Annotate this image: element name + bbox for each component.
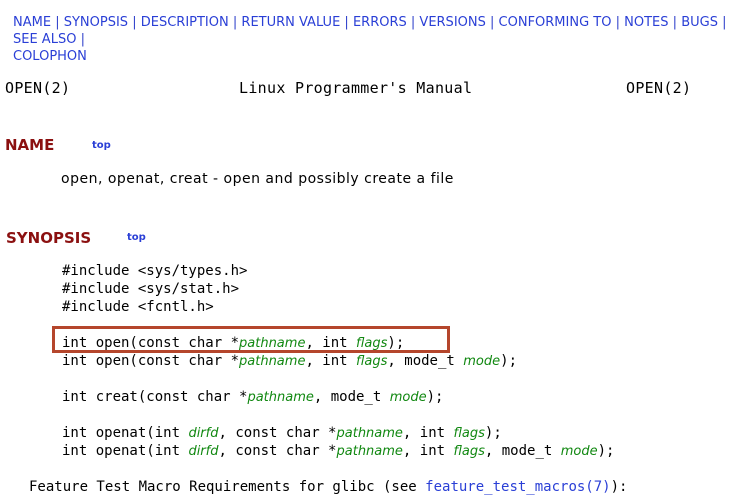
header-right: OPEN(2) [626,79,692,97]
nav-link-notes[interactable]: NOTES [624,15,668,30]
nav-separator: | [410,15,416,30]
argument-name: mode [389,390,427,405]
prototype-text: , mode_t [484,443,561,459]
prototype-text: , mode_t [313,389,390,405]
nav-link-versions[interactable]: VERSIONS [419,15,485,30]
section-nav: NAME | SYNOPSIS | DESCRIPTION | RETURN V… [13,14,743,65]
nav-separator: | [80,32,85,47]
prototype-text: int creat(const char * [62,389,248,405]
prototype-text: , int [305,353,357,369]
argument-name: pathname [336,444,403,459]
nav-link-errors[interactable]: ERRORS [353,15,407,30]
prototype-text: ); [500,353,517,369]
nav-link-description[interactable]: DESCRIPTION [141,15,229,30]
nav-link-synopsis[interactable]: SYNOPSIS [64,15,128,30]
ftm-prefix: Feature Test Macro Requirements for glib… [29,479,426,495]
prototype-text: int openat(int [62,443,189,459]
argument-name: pathname [239,354,306,369]
name-section-title: NAME [5,136,55,154]
prototype-line: int openat(int dirfd, const char *pathna… [62,424,502,443]
argument-name: pathname [247,390,314,405]
nav-separator: | [490,15,495,30]
include-line: #include <fcntl.h> [62,299,214,315]
prototype-text: , int [402,443,454,459]
ftm-suffix: ): [610,479,628,495]
prototype-text: , int [402,425,454,441]
nav-separator: | [672,15,678,30]
prototype-line: int creat(const char *pathname, mode_t m… [62,388,443,407]
prototype-text: , const char * [218,443,337,459]
prototype-text: ); [426,389,444,405]
prototype-text: ); [597,443,615,459]
feature-test-macros-link[interactable]: feature_test_macros(7) [425,479,610,495]
header-left: OPEN(2) [5,79,71,97]
prototype-text: , const char * [218,425,337,441]
argument-name: flags [453,444,485,459]
nav-separator: | [615,15,620,30]
name-description: open, openat, creat - open and possibly … [61,171,454,187]
include-line: #include <sys/stat.h> [62,281,240,297]
nav-link-see-also[interactable]: SEE ALSO [13,32,76,47]
argument-name: dirfd [188,426,219,441]
argument-name: mode [463,354,501,369]
include-line: #include <sys/types.h> [62,263,248,279]
prototype-text: ); [484,425,502,441]
nav-link-colophon[interactable]: COLOPHON [13,49,87,64]
prototype-text: int open(const char * [62,353,240,369]
nav-separator: | [132,15,137,30]
argument-name: pathname [336,426,403,441]
argument-name: flags [356,354,388,369]
nav-separator: | [722,15,727,30]
synopsis-section-title: SYNOPSIS [6,229,92,247]
highlight-box [52,326,450,353]
nav-link-return-value[interactable]: RETURN VALUE [241,15,340,30]
nav-link-name[interactable]: NAME [13,15,51,30]
nav-separator: | [55,15,60,30]
prototype-text: int openat(int [62,425,189,441]
prototype-line: int open(const char *pathname, int flags… [62,352,517,371]
nav-separator: | [344,15,349,30]
feature-test-macros-line: Feature Test Macro Requirements for glib… [29,479,627,495]
name-top-link[interactable]: top [92,140,111,151]
nav-link-conforming-to[interactable]: CONFORMING TO [499,15,612,30]
prototype-line: int openat(int dirfd, const char *pathna… [62,442,614,461]
header-title: Linux Programmer's Manual [239,79,473,97]
nav-separator: | [232,15,238,30]
argument-name: flags [453,426,485,441]
prototype-text: , mode_t [387,353,464,369]
nav-link-bugs[interactable]: BUGS [681,15,718,30]
argument-name: dirfd [188,444,219,459]
argument-name: mode [560,444,598,459]
synopsis-top-link[interactable]: top [127,232,146,243]
